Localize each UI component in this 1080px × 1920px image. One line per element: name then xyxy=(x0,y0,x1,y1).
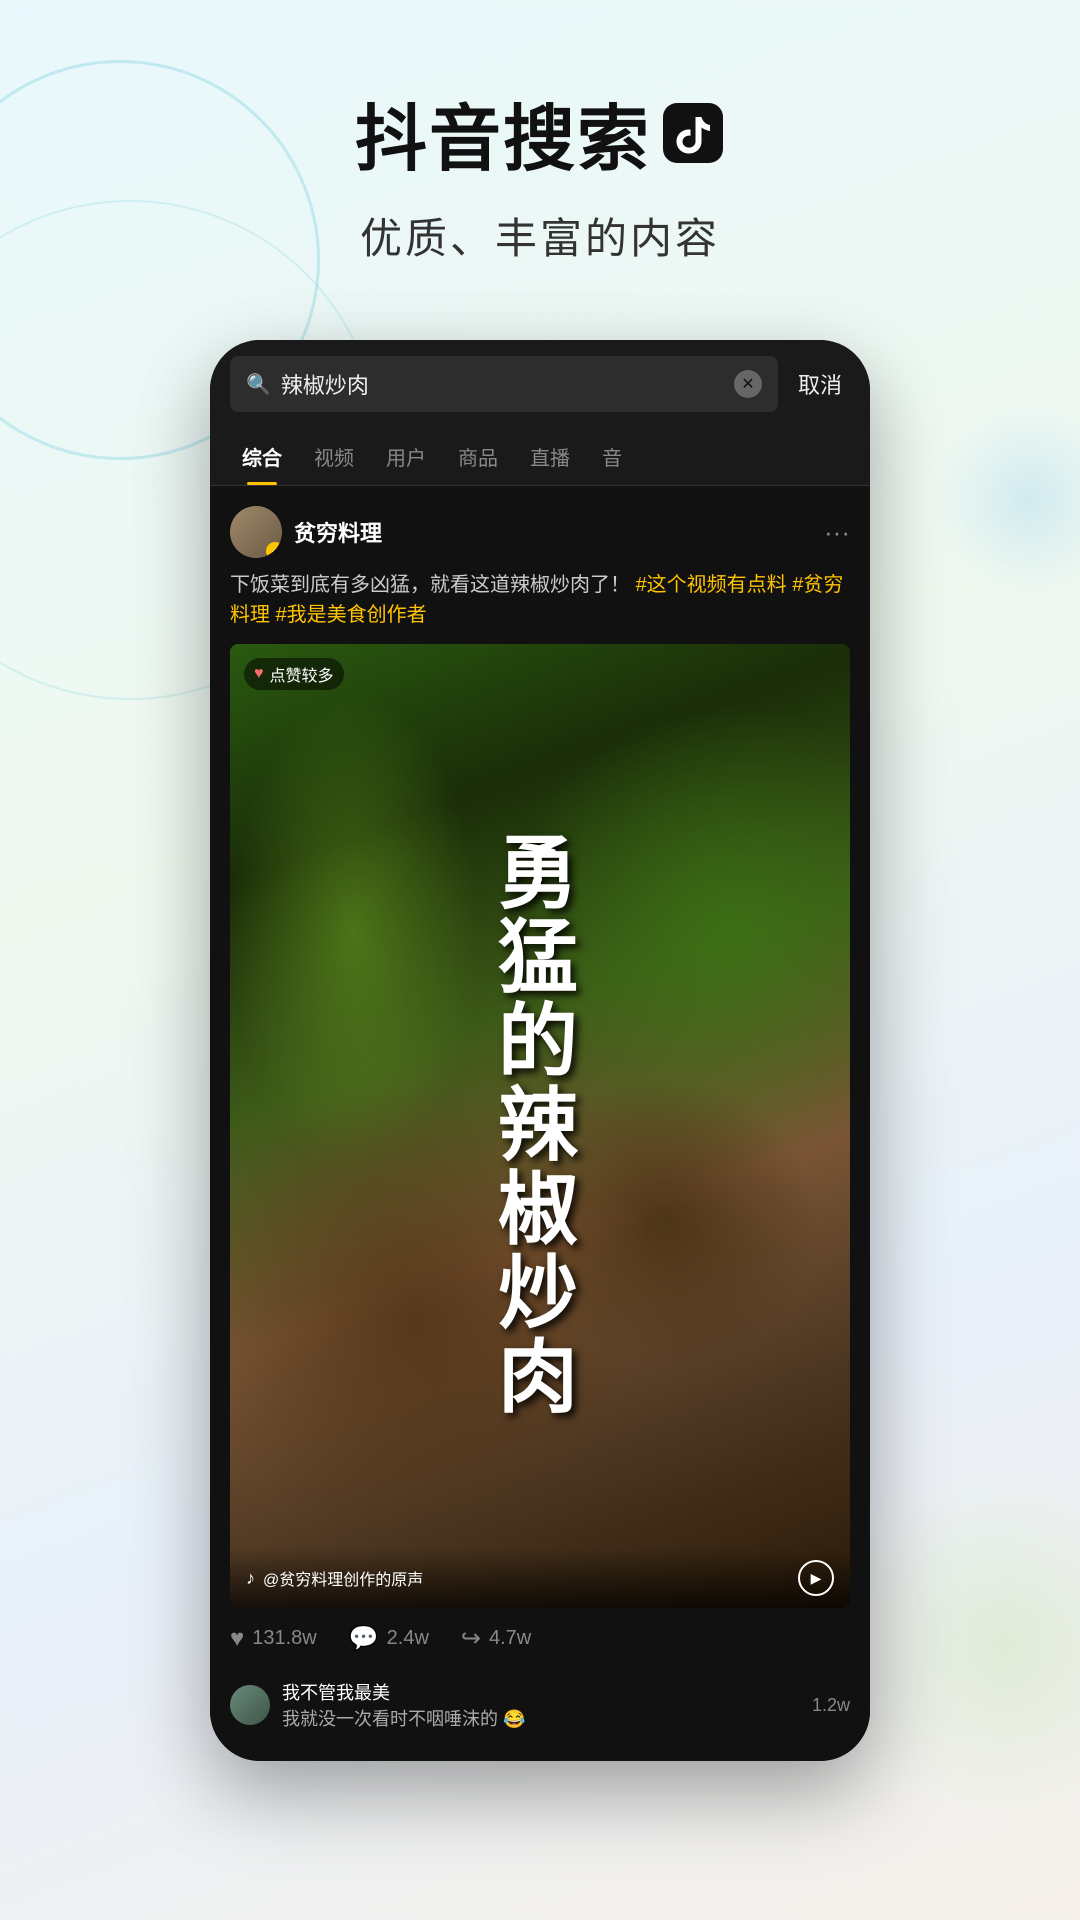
video-popular-badge: ♥ 点赞较多 xyxy=(244,658,344,690)
post-author-row: ✓ 贫穷料理 xyxy=(230,506,382,558)
post-description: 下饭菜到底有多凶猛，就看这道辣椒炒肉了！ #这个视频有点料 #贫穷料理 #我是美… xyxy=(230,570,850,630)
heart-icon: ♥ xyxy=(230,1625,244,1653)
tab-product[interactable]: 商品 xyxy=(442,428,514,485)
comment-preview-row: 我不管我最美 我就没一次看时不咽唾沫的 😂 1.2w xyxy=(230,1669,850,1741)
search-icon: 🔍 xyxy=(246,372,271,397)
engagement-row: ♥ 131.8w 💬 2.4w ↪ 4.7w xyxy=(230,1624,850,1653)
tiktok-logo-icon xyxy=(661,101,725,165)
share-count: 4.7w xyxy=(489,1627,531,1650)
tab-bar: 综合 视频 用户 商品 直播 音 xyxy=(210,428,870,486)
author-name[interactable]: 贫穷料理 xyxy=(294,516,382,548)
commenter-name: 我不管我最美 xyxy=(282,1679,800,1705)
content-area: ✓ 贫穷料理 ··· 下饭菜到底有多凶猛，就看这道辣椒炒肉了！ #这个视频有点料… xyxy=(210,486,870,1761)
comment-count-item[interactable]: 💬 2.4w xyxy=(349,1624,429,1653)
post-card: ✓ 贫穷料理 ··· 下饭菜到底有多凶猛，就看这道辣椒炒肉了！ #这个视频有点料… xyxy=(230,506,850,1741)
app-subtitle: 优质、丰富的内容 xyxy=(0,205,1080,266)
commenter-avatar xyxy=(230,1685,270,1725)
tiktok-small-icon: ♪ xyxy=(246,1568,255,1589)
tab-comprehensive[interactable]: 综合 xyxy=(226,428,298,485)
app-title-row: 抖音搜索 xyxy=(0,80,1080,185)
tab-video[interactable]: 视频 xyxy=(298,428,370,485)
like-count-item[interactable]: ♥ 131.8w xyxy=(230,1625,317,1653)
comment-count: 2.4w xyxy=(387,1627,429,1650)
search-clear-button[interactable]: ✕ xyxy=(734,370,762,398)
search-input-box[interactable]: 🔍 辣椒炒肉 ✕ xyxy=(230,356,778,412)
header-section: 抖音搜索 优质、丰富的内容 xyxy=(0,0,1080,306)
video-thumbnail[interactable]: 勇猛的辣椒炒肉 ♥ 点赞较多 ♪ @贫穷料理创作的原声 ▶ xyxy=(230,644,850,1608)
like-count: 131.8w xyxy=(252,1627,317,1650)
play-button[interactable]: ▶ xyxy=(798,1560,834,1596)
video-source-label: ♪ @贫穷料理创作的原声 xyxy=(246,1566,423,1590)
app-title: 抖音搜索 xyxy=(355,80,651,185)
more-options-button[interactable]: ··· xyxy=(824,517,850,548)
badge-label: 点赞较多 xyxy=(270,662,334,686)
badge-heart-icon: ♥ xyxy=(254,665,264,683)
tab-live[interactable]: 直播 xyxy=(514,428,586,485)
bg-decoration-blob-2 xyxy=(930,400,1080,600)
tab-user[interactable]: 用户 xyxy=(370,428,442,485)
video-bottom-bar: ♪ @贫穷料理创作的原声 ▶ xyxy=(230,1548,850,1608)
share-count-item[interactable]: ↪ 4.7w xyxy=(461,1624,531,1653)
comment-text: 我就没一次看时不咽唾沫的 😂 xyxy=(282,1705,800,1731)
video-title-overlay: 勇猛的辣椒炒肉 xyxy=(230,644,850,1608)
search-cancel-button[interactable]: 取消 xyxy=(790,368,850,400)
comment-content: 我不管我最美 我就没一次看时不咽唾沫的 😂 xyxy=(282,1679,800,1731)
search-bar-row: 🔍 辣椒炒肉 ✕ 取消 xyxy=(210,340,870,428)
share-icon: ↪ xyxy=(461,1624,481,1653)
comment-like-count: 1.2w xyxy=(812,1695,850,1716)
author-avatar[interactable]: ✓ xyxy=(230,506,282,558)
search-query-text: 辣椒炒肉 xyxy=(281,368,724,400)
phone-mockup: 🔍 辣椒炒肉 ✕ 取消 综合 视频 用户 商品 直播 音 xyxy=(210,340,870,1761)
verified-badge: ✓ xyxy=(266,542,282,558)
post-header: ✓ 贫穷料理 ··· xyxy=(230,506,850,558)
tab-audio[interactable]: 音 xyxy=(586,428,638,485)
comment-icon: 💬 xyxy=(349,1624,379,1653)
